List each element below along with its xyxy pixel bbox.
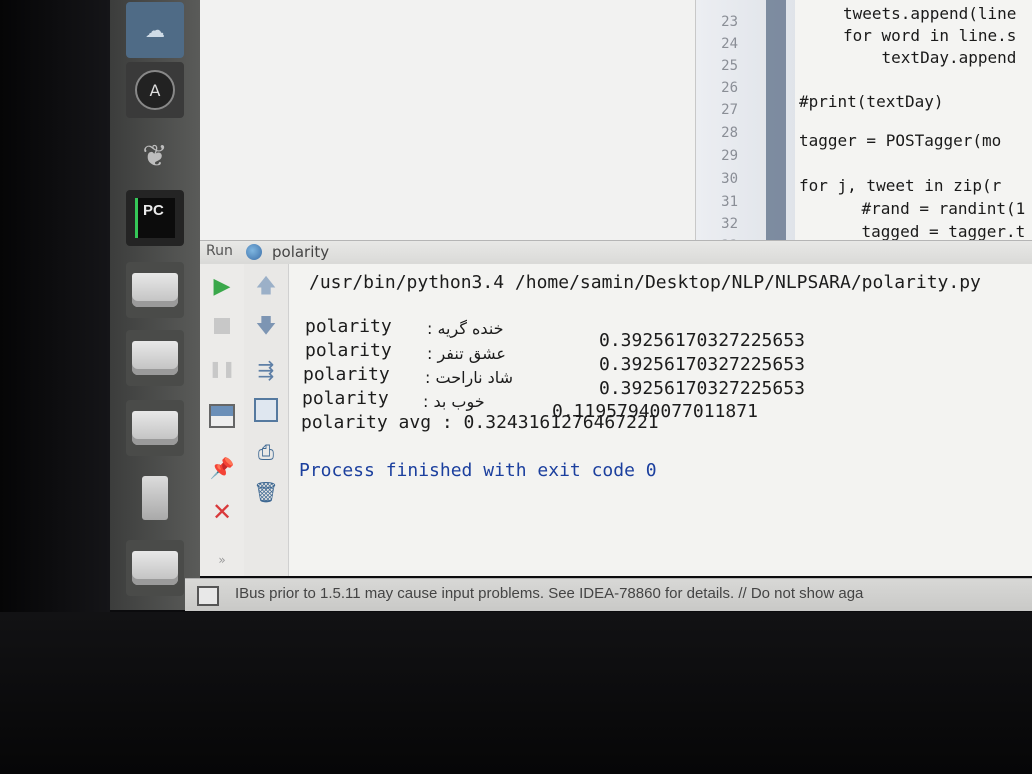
- result-words: عشق تنفر :: [427, 344, 506, 363]
- line-number: 29: [721, 148, 738, 164]
- result-value: 0.39256170327225653: [599, 354, 805, 375]
- result-label: polarity: [305, 340, 392, 361]
- ubuntu-one-icon[interactable]: ☁: [126, 2, 184, 58]
- code-line: for j, tweet in zip(r: [799, 176, 1002, 195]
- code-line: tweets.append(line: [843, 4, 1017, 23]
- result-words: خوب بد :: [423, 392, 485, 411]
- pycharm-logo: PC: [135, 198, 175, 238]
- close-icon[interactable]: ✕: [208, 498, 236, 526]
- code-editor[interactable]: tweets.append(line for word in line.s te…: [795, 0, 1032, 246]
- line-number: 25: [721, 58, 738, 74]
- console-command: /usr/bin/python3.4 /home/samin/Desktop/N…: [309, 272, 981, 293]
- rerun-icon[interactable]: ▶: [208, 272, 236, 300]
- gutter-marker-bar: [766, 0, 786, 246]
- status-message[interactable]: IBus prior to 1.5.11 may cause input pro…: [235, 585, 863, 602]
- code-line: #rand = randint(1: [823, 199, 1026, 218]
- result-label: polarity: [302, 388, 389, 409]
- pin-icon[interactable]: 📌: [208, 454, 236, 482]
- code-line: for word in line.s: [843, 26, 1017, 45]
- scroll-to-end-icon[interactable]: [252, 396, 280, 424]
- photo-bottom-margin: [0, 612, 1032, 774]
- line-number: 23: [721, 14, 738, 30]
- line-number: 26: [721, 80, 738, 96]
- run-toolbar-secondary: 🡅 🡇 ⇶ ⎙ 🗑: [244, 264, 289, 576]
- more-icon[interactable]: »: [208, 546, 236, 574]
- soft-wrap-icon[interactable]: ⇶: [252, 356, 280, 384]
- run-config-name[interactable]: polarity: [272, 243, 329, 261]
- restore-layout-icon[interactable]: [208, 402, 236, 430]
- result-words: شاد ناراحت :: [425, 368, 514, 387]
- system-update-icon[interactable]: A: [126, 62, 184, 118]
- line-number: 28: [721, 125, 738, 141]
- status-bar: IBus prior to 1.5.11 may cause input pro…: [185, 578, 1032, 611]
- result-value: 0.39256170327225653: [599, 378, 805, 399]
- drive-icon[interactable]: [126, 330, 184, 386]
- drive-icon[interactable]: [126, 262, 184, 318]
- result-label: polarity: [303, 364, 390, 385]
- result-words: خنده گریه :: [427, 319, 504, 338]
- code-line: tagger = POSTagger(mo: [799, 131, 1002, 150]
- line-number: 27: [721, 102, 738, 118]
- line-number: 30: [721, 171, 738, 187]
- result-value: 0.39256170327225653: [599, 330, 805, 351]
- pause-icon[interactable]: ❚❚: [208, 354, 236, 382]
- tool-window-toggle-icon[interactable]: [197, 586, 219, 606]
- line-number: 24: [721, 36, 738, 52]
- drive-icon[interactable]: [126, 400, 184, 456]
- result-label: polarity: [305, 316, 392, 337]
- stop-icon[interactable]: [208, 312, 236, 340]
- drive-icon[interactable]: [126, 540, 184, 596]
- feather-app-icon[interactable]: ❦: [126, 128, 184, 184]
- code-line: #print(textDay): [799, 92, 944, 111]
- exit-message: Process finished with exit code 0: [299, 460, 657, 481]
- run-tab-label[interactable]: Run: [206, 243, 233, 259]
- run-toolbar-primary: ▶ ❚❚ 📌 ✕ »: [200, 264, 244, 576]
- line-number: 31: [721, 194, 738, 210]
- unity-launcher: ☁ A ❦ PC: [110, 0, 200, 610]
- code-line: tagged = tagger.t: [823, 222, 1026, 241]
- print-icon[interactable]: ⎙: [252, 438, 280, 466]
- run-panel-header: Run polarity: [200, 240, 1032, 266]
- usb-drive-icon[interactable]: [126, 470, 184, 526]
- code-line: textDay.append: [843, 48, 1017, 67]
- arrow-down-icon[interactable]: 🡇: [252, 313, 280, 342]
- photo-left-margin: [0, 0, 110, 612]
- line-number: 32: [721, 216, 738, 232]
- python-run-config-icon: [246, 244, 262, 260]
- average-line: polarity avg : 0.3243161276467221: [301, 412, 659, 433]
- editor-blank-pane: [200, 0, 695, 240]
- arrow-up-icon[interactable]: 🡅: [252, 273, 280, 302]
- trash-icon[interactable]: 🗑: [252, 478, 280, 506]
- editor-gutter: 23 24 25 26 27 28 29 30 31 32 33: [695, 0, 796, 254]
- run-console[interactable]: /usr/bin/python3.4 /home/samin/Desktop/N…: [289, 264, 1032, 576]
- pycharm-icon[interactable]: PC: [126, 190, 184, 246]
